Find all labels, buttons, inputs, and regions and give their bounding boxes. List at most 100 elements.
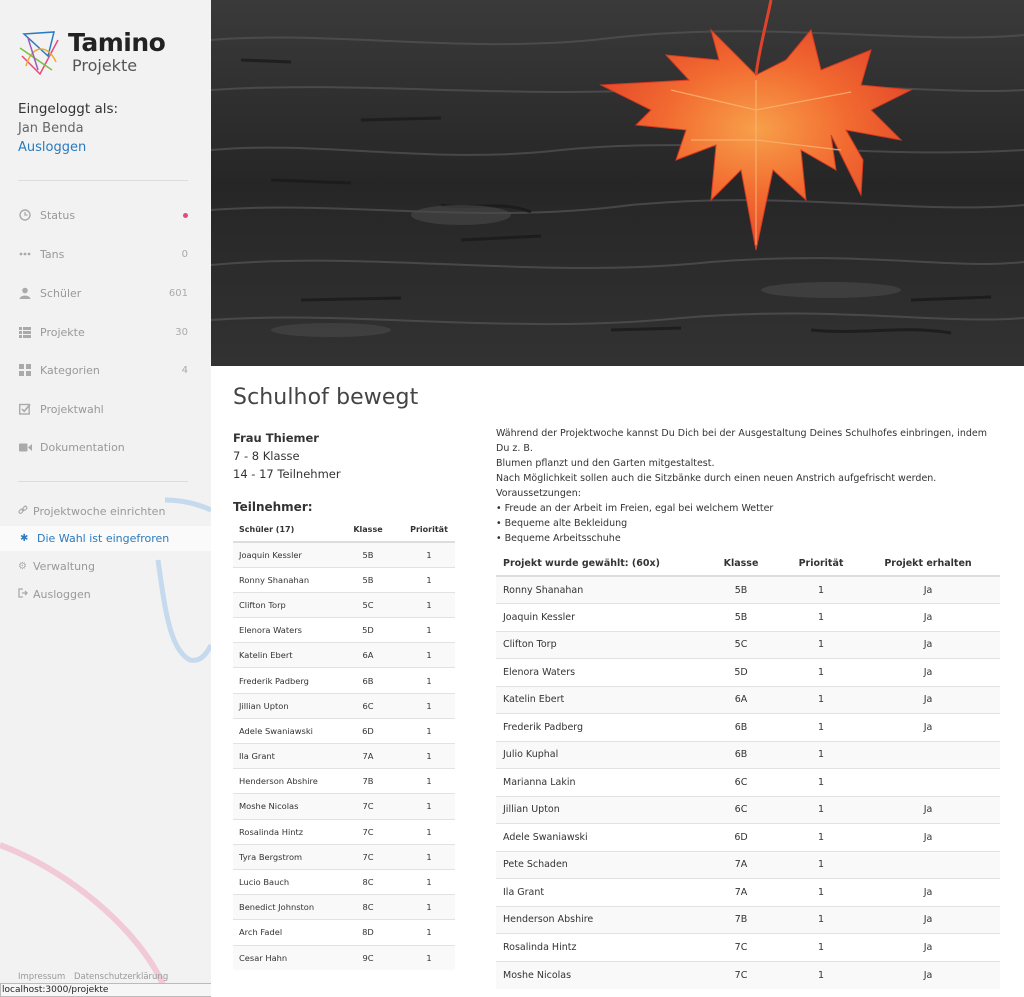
- status-dot: [183, 212, 188, 218]
- logo-mark-icon: [19, 31, 59, 76]
- student-name-cell: Jillian Upton: [233, 692, 333, 719]
- nav-item-dokumentation[interactable]: Dokumentation: [18, 437, 188, 457]
- received-cell: [856, 768, 1000, 796]
- nav-label: Projektwahl: [40, 402, 104, 416]
- priority-cell: 1: [786, 713, 856, 741]
- logo[interactable]: Tamino Projekte: [18, 26, 198, 80]
- class-cell: 7C: [333, 793, 403, 820]
- teacher-name: Frau Thiemer: [233, 431, 319, 445]
- choices-table: Projekt wurde gewählt: (60x) Klasse Prio…: [496, 551, 1000, 989]
- student-name-cell: Rosalinda Hintz: [496, 933, 696, 961]
- nav-item-kategorien[interactable]: Kategorien 4: [18, 360, 188, 380]
- class-cell: 6D: [333, 717, 403, 744]
- nav-label: Kategorien: [40, 363, 100, 377]
- link-icon: [18, 505, 30, 518]
- table-row: Marianna Lakin 6C 1: [496, 768, 1000, 796]
- table-row: Ila Grant 7A 1 Ja: [496, 878, 1000, 906]
- maple-leaf-on-bark-image: [211, 0, 1024, 366]
- logout-link[interactable]: Ausloggen: [18, 139, 193, 157]
- student-name-cell: Arch Fadel: [233, 919, 333, 945]
- column-header[interactable]: Klasse: [333, 518, 403, 543]
- table-row: Henderson Abshire 7B 1: [233, 768, 455, 794]
- link-label: Die Wahl ist eingefroren: [37, 532, 170, 545]
- student-name-cell: Joaquin Kessler: [233, 541, 333, 568]
- grade-range: 7 - 8 Klasse: [233, 449, 300, 463]
- student-name-cell: Tyra Bergstrom: [233, 843, 333, 870]
- table-row: Elenora Waters 5D 1 Ja: [496, 658, 1000, 686]
- priority-cell: 1: [786, 878, 856, 906]
- priority-cell: 1: [786, 933, 856, 961]
- class-cell: 6C: [696, 768, 786, 796]
- link-label: Verwaltung: [33, 559, 95, 573]
- column-header[interactable]: Projekt wurde gewählt: (60x): [496, 551, 696, 577]
- column-header[interactable]: Schüler (17): [233, 518, 333, 543]
- priority-cell: 1: [786, 823, 856, 851]
- student-name-cell: Joaquin Kessler: [496, 603, 696, 631]
- priority-cell: 1: [403, 541, 455, 568]
- column-header[interactable]: Projekt erhalten: [856, 551, 1000, 577]
- class-cell: 5B: [696, 575, 786, 604]
- nav-item-schueler[interactable]: Schüler 601: [18, 283, 188, 303]
- received-cell: Ja: [856, 713, 1000, 741]
- table-row: Jillian Upton 6C 1 Ja: [496, 795, 1000, 824]
- link-verwaltung[interactable]: ⚙ Verwaltung: [18, 557, 198, 575]
- nav-label: Status: [40, 208, 76, 222]
- class-cell: 6A: [696, 685, 786, 714]
- nav-count: 30: [175, 326, 188, 338]
- table-row: Adele Swaniawski 6D 1 Ja: [496, 823, 1000, 851]
- participants-heading: Teilnehmer:: [233, 500, 313, 514]
- class-cell: 6D: [696, 823, 786, 851]
- description-line: Voraussetzungen:: [496, 488, 581, 499]
- login-user: Jan Benda: [18, 121, 84, 136]
- column-header[interactable]: Priorität: [786, 551, 856, 577]
- participant-range: 14 - 17 Teilnehmer: [233, 467, 341, 481]
- class-cell: 5D: [696, 658, 786, 686]
- class-cell: 5B: [333, 541, 403, 568]
- snowflake-icon: ✱: [20, 533, 29, 544]
- login-label: Eingeloggt als:: [18, 101, 119, 117]
- project-meta: Frau Thiemer 7 - 8 Klasse 14 - 17 Teilne…: [233, 429, 341, 483]
- table-row: Cesar Hahn 9C 1: [233, 944, 455, 971]
- class-cell: 7A: [696, 878, 786, 906]
- class-cell: 6A: [333, 642, 403, 668]
- impressum-link[interactable]: Impressum: [18, 972, 65, 982]
- table-row: Adele Swaniawski 6D 1: [233, 717, 455, 744]
- class-cell: 9C: [333, 944, 403, 971]
- column-header[interactable]: Priorität: [403, 518, 455, 543]
- hero-image: [211, 0, 1024, 366]
- student-name-cell: Julio Kuphal: [496, 740, 696, 769]
- student-name-cell: Lucio Bauch: [233, 868, 333, 895]
- nav-item-tans[interactable]: Tans 0: [18, 244, 188, 264]
- priority-cell: 1: [403, 944, 455, 971]
- nav-item-projektwahl[interactable]: Projektwahl: [18, 399, 188, 419]
- received-cell: Ja: [856, 658, 1000, 686]
- column-header[interactable]: Klasse: [696, 551, 786, 577]
- received-cell: Ja: [856, 685, 1000, 714]
- link-ausloggen[interactable]: Ausloggen: [18, 585, 198, 603]
- class-cell: 7A: [696, 850, 786, 879]
- table-row: Moshe Nicolas 7C 1: [233, 793, 455, 820]
- priority-cell: 1: [786, 960, 856, 989]
- priority-cell: 1: [403, 843, 455, 870]
- video-icon: [18, 440, 32, 454]
- sidebar: Tamino Projekte Eingeloggt als: Jan Bend…: [0, 0, 211, 997]
- main-content: Schulhof bewegt Frau Thiemer 7 - 8 Klass…: [211, 366, 1024, 997]
- received-cell: [856, 850, 1000, 879]
- divider: [18, 180, 188, 181]
- datenschutz-link[interactable]: Datenschutzerklärung: [74, 972, 168, 982]
- table-row: Julio Kuphal 6B 1: [496, 740, 1000, 769]
- link-wahl-eingefroren[interactable]: ✱ Die Wahl ist eingefroren: [0, 526, 211, 551]
- participants-table: Schüler (17) Klasse Priorität Joaquin Ke…: [233, 518, 455, 971]
- nav-item-status[interactable]: Status: [18, 205, 188, 225]
- footer-links: Impressum Datenschutzerklärung: [18, 972, 174, 982]
- student-name-cell: Clifton Torp: [496, 630, 696, 659]
- page-title: Schulhof bewegt: [233, 385, 419, 410]
- link-projektwoche-einrichten[interactable]: Projektwoche einrichten: [18, 502, 198, 520]
- priority-cell: 1: [403, 742, 455, 769]
- student-name-cell: Moshe Nicolas: [233, 793, 333, 820]
- class-cell: 5B: [333, 566, 403, 593]
- student-name-cell: Marianna Lakin: [496, 768, 696, 796]
- priority-cell: 1: [786, 740, 856, 769]
- table-row: Frederik Padberg 6B 1 Ja: [496, 713, 1000, 741]
- nav-item-projekte[interactable]: Projekte 30: [18, 322, 188, 342]
